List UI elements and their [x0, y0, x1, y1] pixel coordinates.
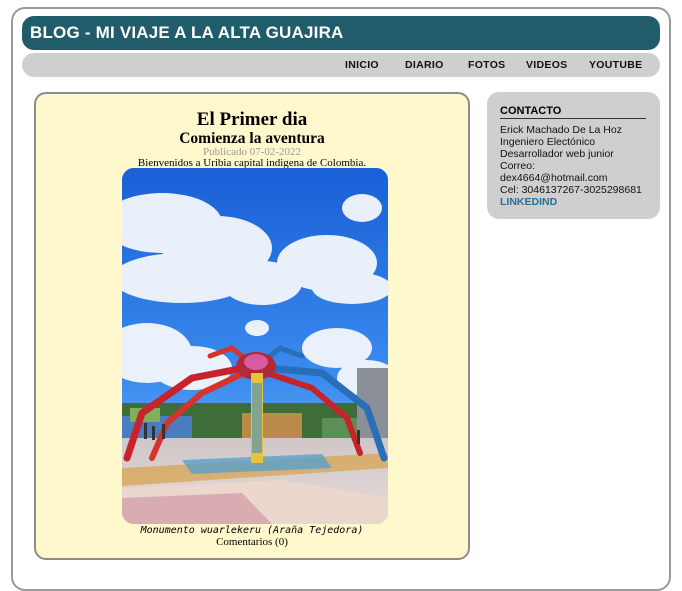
blog-post: El Primer dia Comienza la aventura Publi…	[34, 92, 470, 560]
contact-email: dex4664@hotmail.com	[500, 172, 608, 184]
contact-role: Desarrollador web junior	[500, 148, 614, 160]
contact-sidebar: CONTACTO Erick Machado De La Hoz Ingenie…	[487, 92, 660, 219]
photo-caption: Monumento wuarlekeru (Araña Tejedora)	[140, 525, 364, 536]
blog-title: BLOG - MI VIAJE A LA ALTA GUAJIRA	[30, 23, 344, 42]
contact-email-label: Correo:	[500, 160, 536, 172]
nav-item-videos[interactable]: VIDEOS	[526, 53, 567, 77]
nav-item-inicio[interactable]: INICIO	[345, 53, 379, 77]
comments-link[interactable]: Comentarios (0)	[36, 536, 468, 548]
nav-item-youtube[interactable]: YOUTUBE	[589, 53, 642, 77]
post-title: El Primer dia	[196, 109, 308, 130]
contact-phone: Cel: 3046137267-3025298681	[500, 184, 642, 196]
contact-title: CONTACTO	[500, 105, 646, 119]
linkedin-link[interactable]: LINKEDIND	[500, 196, 557, 208]
nav-item-diario[interactable]: DIARIO	[405, 53, 444, 77]
nav-bar: INICIO DIARIO FOTOS VIDEOS YOUTUBE	[22, 53, 660, 77]
contact-name: Erick Machado De La Hoz	[500, 124, 622, 136]
contact-profession: Ingeniero Electónico	[500, 136, 596, 148]
blog-header: BLOG - MI VIAJE A LA ALTA GUAJIRA	[22, 16, 660, 50]
nav-item-fotos[interactable]: FOTOS	[468, 53, 505, 77]
post-photo	[122, 168, 388, 524]
